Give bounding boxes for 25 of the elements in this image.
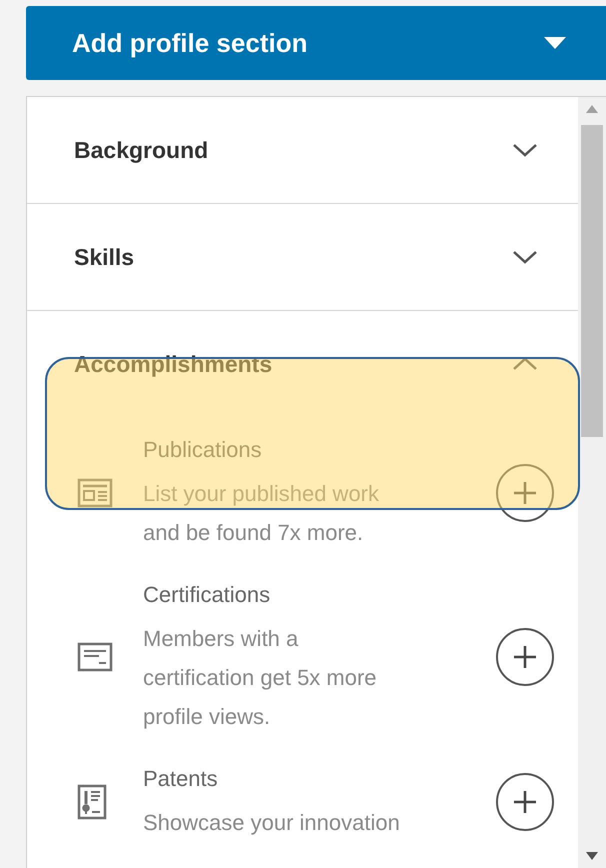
- scroll-down-icon[interactable]: [586, 852, 598, 860]
- item-title: Patents: [143, 765, 219, 793]
- document-icon: [77, 478, 113, 508]
- add-button[interactable]: [496, 773, 554, 831]
- plus-icon: [513, 645, 537, 669]
- item-description: Showcase your innovation: [143, 809, 401, 837]
- chevron-down-icon: [512, 143, 538, 157]
- chevron-down-icon: [512, 250, 538, 264]
- item-description: List your published work and be found 7x more.: [143, 480, 380, 547]
- item-title: Certifications: [143, 581, 272, 609]
- plus-icon: [513, 480, 537, 504]
- scrollbar-thumb[interactable]: [581, 125, 603, 437]
- item-description: Members with a certification get 5x more profile views.: [143, 625, 378, 731]
- add-profile-section-button[interactable]: Add profile section: [26, 6, 606, 80]
- dropdown-caret-icon: [544, 37, 566, 49]
- add-button[interactable]: [496, 628, 554, 686]
- plus-icon: [513, 790, 537, 814]
- accordion-header[interactable]: Background: [27, 97, 578, 203]
- accordion-header[interactable]: Skills: [27, 204, 578, 310]
- item-title: Publications: [143, 436, 263, 464]
- add-button[interactable]: [496, 464, 554, 522]
- patent-document-icon: [77, 784, 107, 820]
- chevron-up-icon: [512, 357, 538, 371]
- scrollbar[interactable]: [578, 97, 606, 868]
- certificate-icon: [77, 642, 113, 672]
